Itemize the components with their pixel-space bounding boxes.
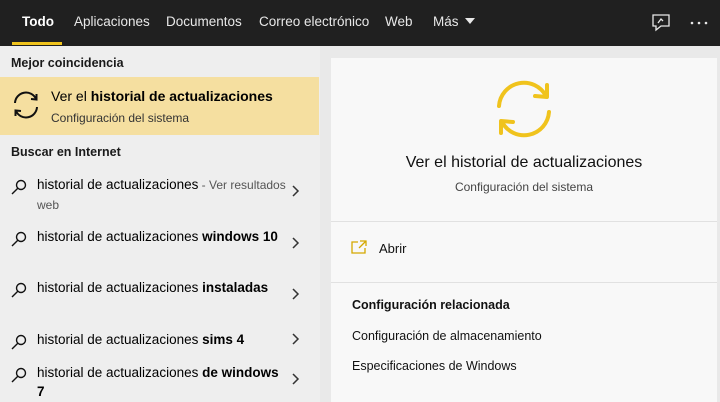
best-match-subtitle: Configuración del sistema xyxy=(51,111,190,125)
open-label: Abrir xyxy=(379,241,407,256)
search-filter-bar: Todo Aplicaciones Documentos Correo elec… xyxy=(0,0,720,46)
best-match-title: Ver el historial de actualizaciones xyxy=(51,88,273,104)
web-search-heading: Buscar en Internet xyxy=(11,145,121,159)
tab-mas-label: Más xyxy=(433,14,459,29)
web-result-5[interactable]: historial de actualizaciones de windows … xyxy=(0,363,319,402)
chevron-right-icon xyxy=(288,236,302,250)
update-sync-icon xyxy=(489,76,559,142)
preview-title: Ver el historial de actualizaciones xyxy=(405,154,643,171)
tab-aplicaciones[interactable]: Aplicaciones xyxy=(74,0,150,46)
tab-documentos[interactable]: Documentos xyxy=(166,0,242,46)
web-result-1[interactable]: historial de actualizaciones - Ver resul… xyxy=(0,175,319,215)
divider xyxy=(331,221,717,222)
search-icon xyxy=(10,230,28,248)
update-sync-icon xyxy=(9,88,43,122)
chevron-right-icon xyxy=(288,184,302,198)
web-result-text: historial de actualizaciones windows 10 xyxy=(37,229,278,244)
link-windows-specs[interactable]: Especificaciones de Windows xyxy=(352,359,517,373)
divider xyxy=(331,282,717,283)
web-result-text: historial de actualizaciones sims 4 xyxy=(37,332,245,347)
related-settings-heading: Configuración relacionada xyxy=(352,298,510,312)
web-result-text: historial de actualizaciones de windows … xyxy=(37,365,279,399)
chevron-right-icon xyxy=(288,372,302,386)
feedback-icon[interactable] xyxy=(650,12,672,34)
search-icon xyxy=(10,333,28,351)
search-icon xyxy=(10,366,28,384)
chevron-right-icon xyxy=(288,332,302,346)
link-storage-settings[interactable]: Configuración de almacenamiento xyxy=(352,329,542,343)
search-icon xyxy=(10,178,28,196)
tab-web[interactable]: Web xyxy=(385,0,413,46)
chevron-right-icon xyxy=(288,287,302,301)
web-result-4[interactable]: historial de actualizaciones sims 4 xyxy=(0,330,319,352)
active-tab-indicator xyxy=(12,42,62,45)
web-result-text: historial de actualizaciones instaladas xyxy=(37,280,269,295)
tab-correo[interactable]: Correo electrónico xyxy=(259,0,369,46)
tab-mas[interactable]: Más xyxy=(433,0,475,46)
search-icon xyxy=(10,281,28,299)
preview-panel: Ver el historial de actualizaciones Conf… xyxy=(331,58,717,402)
more-options-icon[interactable] xyxy=(688,12,710,34)
best-match-item[interactable]: Ver el historial de actualizaciones Conf… xyxy=(0,77,319,135)
best-match-heading: Mejor coincidencia xyxy=(11,56,124,70)
web-result-2[interactable]: historial de actualizaciones windows 10 xyxy=(0,227,319,267)
tab-todo[interactable]: Todo xyxy=(22,0,54,46)
web-result-text: historial de actualizaciones - Ver resul… xyxy=(37,177,286,212)
web-result-3[interactable]: historial de actualizaciones instaladas xyxy=(0,278,319,318)
caret-down-icon xyxy=(464,18,475,25)
preview-subtitle: Configuración del sistema xyxy=(454,180,594,194)
open-icon xyxy=(351,240,367,254)
